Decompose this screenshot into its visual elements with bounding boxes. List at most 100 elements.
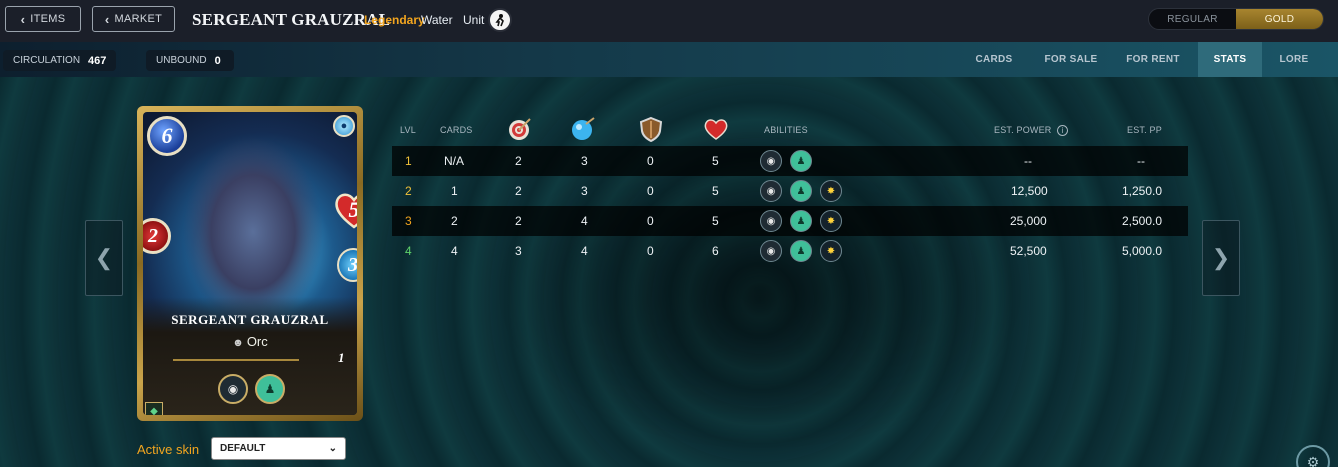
active-skin-label: Active skin [137, 442, 200, 457]
eye-icon[interactable]: ◉ [760, 150, 782, 172]
magic-cell: 4 [581, 244, 588, 258]
armor-cell: 0 [647, 244, 654, 258]
magic-cell: 3 [581, 154, 588, 168]
chevron-left-icon: ‹ [104, 11, 110, 27]
table-row: 2 1 2 3 0 5 ◉ ♟ ✸ 12,500 1,250.0 [392, 176, 1188, 206]
person-icon[interactable]: ♟ [790, 210, 812, 232]
health-badge: 5 [333, 190, 357, 230]
rarity-label: Legendary [364, 13, 425, 27]
lvl-cell: 1 [405, 154, 412, 168]
health-cell: 5 [712, 184, 719, 198]
gold-option[interactable]: GOLD [1236, 9, 1323, 29]
table-row: 3 2 2 4 0 5 ◉ ♟ ✸ 25,000 2,500.0 [392, 206, 1188, 236]
est-pp-cell: 2,500.0 [1122, 214, 1163, 228]
est-power-cell: -- [1024, 154, 1032, 168]
star-burst-icon[interactable]: ✸ [820, 180, 842, 202]
eye-icon[interactable]: ◉ [760, 210, 782, 232]
regular-gold-toggle[interactable]: REGULAR GOLD [1148, 8, 1324, 30]
settings-icon[interactable]: ⚙ [1296, 445, 1330, 467]
person-icon: ♟ [255, 374, 285, 404]
magic-cell: 3 [581, 184, 588, 198]
person-icon[interactable]: ♟ [790, 240, 812, 262]
armor-cell: 0 [647, 184, 654, 198]
card-name: SERGEANT GRAUZRAL [171, 312, 329, 327]
health-cell: 5 [712, 154, 719, 168]
person-icon[interactable]: ♟ [790, 180, 812, 202]
est-power-cell: 25,000 [1010, 214, 1047, 228]
water-element-icon: ● [333, 115, 355, 137]
tab-cards[interactable]: CARDS [962, 42, 1026, 77]
person-icon[interactable]: ♟ [790, 150, 812, 172]
header-abilities: ABILITIES [764, 125, 808, 135]
tab-lore[interactable]: LORE [1266, 42, 1322, 77]
speed-badge: 3 [337, 248, 357, 282]
circulation-value: 467 [88, 54, 107, 67]
tab-for-rent[interactable]: FOR RENT [1116, 42, 1190, 77]
unit-label: Unit [463, 13, 485, 27]
chevron-right-icon: ❯ [1211, 245, 1231, 270]
est-power-cell: 12,500 [1011, 184, 1048, 198]
star-burst-icon[interactable]: ✸ [820, 240, 842, 262]
market-button-label: MARKET [114, 13, 163, 25]
lvl-cell: 2 [405, 184, 412, 198]
ranged-cell: 2 [515, 184, 522, 198]
armor-cell: 0 [647, 154, 654, 168]
tab-stats[interactable]: STATS [1198, 42, 1262, 77]
active-skin-select[interactable]: DEFAULT ⌄ [211, 437, 346, 460]
header-est-power: EST. POWER i [994, 125, 1069, 136]
ranged-cell: 2 [515, 154, 522, 168]
card-level-bar [173, 359, 299, 361]
eye-icon[interactable]: ◉ [760, 180, 782, 202]
element-label: Water [421, 13, 453, 27]
items-button-label: ITEMS [30, 13, 66, 25]
lvl-cell: 3 [405, 214, 412, 228]
armor-cell: 0 [647, 214, 654, 228]
health-heart-icon [703, 116, 729, 142]
next-card-button[interactable]: ❯ [1202, 220, 1240, 296]
market-back-button[interactable]: ‹ MARKET [92, 6, 175, 32]
unbound-label: UNBOUND [156, 55, 207, 66]
edition-icon: ◆ [145, 402, 163, 415]
magic-cell: 4 [581, 214, 588, 228]
card-image: 6 ● 5 2 3 SERGEANT GRAUZRAL ☻Orc 1 ◉ ♟ ◆ [137, 106, 363, 421]
page-title: SERGEANT GRAUZRAL [192, 10, 391, 29]
ranged-target-icon [507, 116, 533, 142]
card-type-label: Orc [246, 334, 268, 349]
ranged-attack-badge: 2 [143, 218, 171, 254]
card-art: 6 ● 5 2 3 SERGEANT GRAUZRAL ☻Orc 1 ◉ ♟ ◆ [143, 112, 357, 415]
cards-cell: 1 [451, 184, 458, 198]
eye-icon[interactable]: ◉ [760, 240, 782, 262]
card-type: ☻ Orc [143, 334, 357, 349]
health-cell: 6 [712, 244, 719, 258]
header-lvl: LVL [400, 125, 416, 135]
magic-orb-icon [570, 116, 596, 142]
info-icon[interactable]: i [1057, 125, 1069, 136]
table-row: 4 4 3 4 0 6 ◉ ♟ ✸ 52,500 5,000.0 [392, 236, 1188, 266]
cards-cell: 4 [451, 244, 458, 258]
header-est-power-label: EST. POWER [994, 125, 1052, 135]
unbound-badge: UNBOUND 0 [146, 50, 234, 71]
active-skin-value: DEFAULT [220, 443, 266, 454]
regular-option[interactable]: REGULAR [1149, 9, 1236, 29]
cards-cell: N/A [444, 154, 465, 168]
orc-icon: ☻ [232, 337, 244, 349]
chevron-left-icon: ‹ [20, 11, 26, 27]
ranged-cell: 2 [515, 214, 522, 228]
circulation-label: CIRCULATION [13, 55, 81, 66]
health-cell: 5 [712, 214, 719, 228]
top-bar: ‹ ITEMS ‹ MARKET SERGEANT GRAUZRAL Legen… [0, 0, 1338, 42]
circulation-badge: CIRCULATION 467 [3, 50, 116, 71]
eye-icon: ◉ [218, 374, 248, 404]
items-back-button[interactable]: ‹ ITEMS [5, 6, 81, 32]
unbound-value: 0 [214, 54, 221, 67]
armor-shield-icon [638, 116, 664, 143]
card-level: 1 [338, 350, 345, 365]
star-burst-icon[interactable]: ✸ [820, 210, 842, 232]
health-value: 5 [349, 197, 358, 223]
tab-for-sale[interactable]: FOR SALE [1034, 42, 1108, 77]
chevron-left-icon: ❮ [94, 245, 114, 270]
est-power-cell: 52,500 [1010, 244, 1047, 258]
previous-card-button[interactable]: ❮ [85, 220, 123, 296]
chevron-down-icon: ⌄ [328, 443, 337, 454]
mana-cost-badge: 6 [147, 116, 187, 156]
